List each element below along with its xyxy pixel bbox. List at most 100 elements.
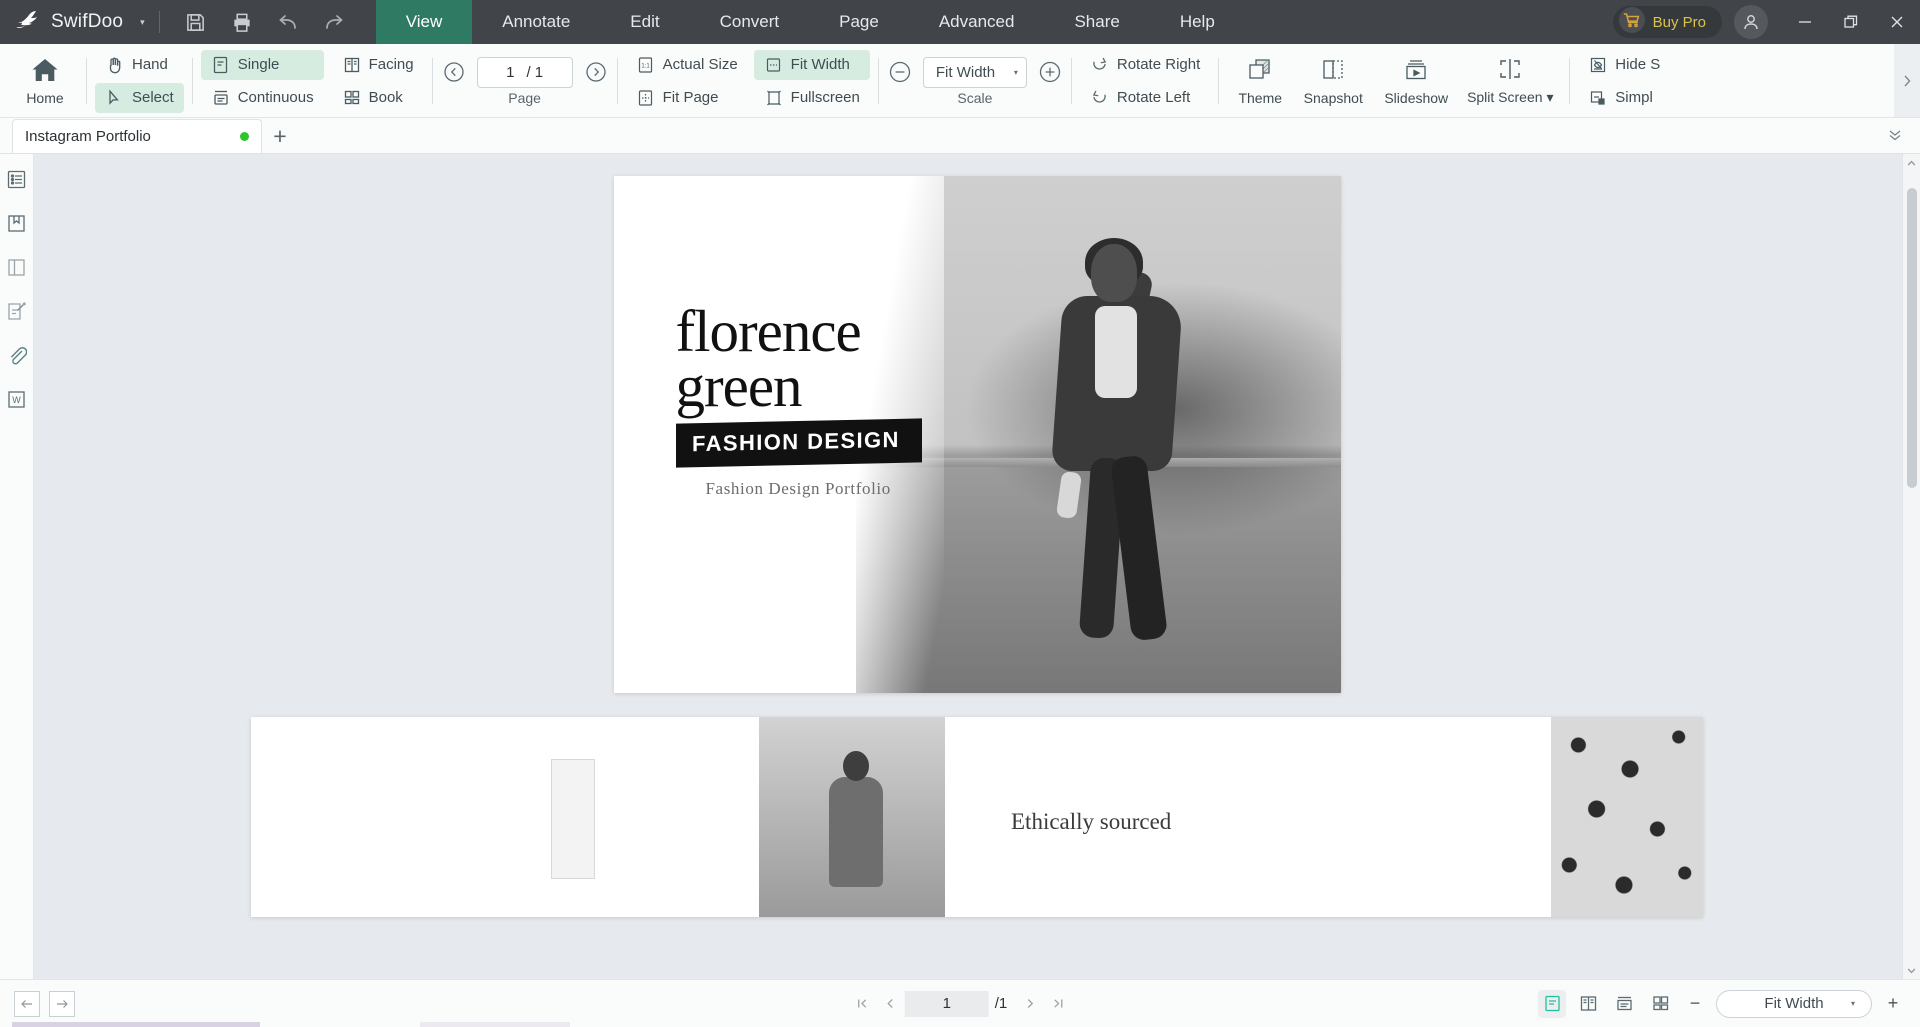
vertical-scrollbar[interactable] bbox=[1902, 154, 1920, 979]
redo-icon[interactable] bbox=[312, 0, 356, 44]
history-back-button[interactable] bbox=[14, 990, 40, 1017]
hide-scroll-label: Hide S bbox=[1615, 56, 1661, 73]
print-icon[interactable] bbox=[220, 0, 264, 44]
zoom-in-button[interactable] bbox=[1037, 59, 1063, 85]
simplify-label: Simpl bbox=[1615, 89, 1653, 106]
single-layout-button[interactable]: Single bbox=[200, 49, 324, 80]
menu-help[interactable]: Help bbox=[1150, 0, 1245, 44]
scale-dropdown[interactable]: Fit Width ▾ bbox=[922, 56, 1027, 88]
status-bar: 1 /1 − Fit Width ▾ + bbox=[0, 979, 1920, 1027]
next-page-button[interactable] bbox=[1017, 991, 1043, 1017]
horizontal-scroll-thumb[interactable] bbox=[12, 1022, 260, 1027]
last-page-button[interactable] bbox=[1045, 991, 1071, 1017]
facing-view-mode-button[interactable] bbox=[1574, 990, 1602, 1018]
prev-page-button[interactable] bbox=[877, 991, 903, 1017]
simplify-button[interactable]: Simpl bbox=[1578, 83, 1670, 113]
status-zoom-out-button[interactable]: − bbox=[1682, 991, 1708, 1017]
sidebar-item-bookmark-panel[interactable] bbox=[4, 210, 30, 236]
page-number-input[interactable]: 1 / 1 bbox=[476, 56, 573, 88]
scroll-up-icon[interactable] bbox=[1903, 154, 1920, 172]
continuous-layout-button[interactable]: Continuous bbox=[201, 83, 324, 113]
menu-edit[interactable]: Edit bbox=[600, 0, 689, 44]
continuous-view-mode-button[interactable] bbox=[1610, 990, 1638, 1018]
menu-convert[interactable]: Convert bbox=[690, 0, 810, 44]
grid-view-mode-button[interactable] bbox=[1646, 990, 1674, 1018]
fullscreen-button[interactable]: Fullscreen bbox=[754, 83, 870, 113]
swifdoo-logo-icon bbox=[16, 10, 42, 35]
undo-icon[interactable] bbox=[266, 0, 310, 44]
rotate-right-button[interactable]: Rotate Right bbox=[1080, 50, 1210, 80]
fit-page-button[interactable]: Fit Page bbox=[626, 83, 748, 113]
hide-scroll-button[interactable]: Hide S bbox=[1578, 50, 1670, 80]
fit-column-1: 1:1 Actual Size Fit Page bbox=[626, 44, 748, 118]
chevron-down-icon[interactable]: ▾ bbox=[1546, 89, 1553, 105]
menu-share[interactable]: Share bbox=[1044, 0, 1149, 44]
sidebar-item-word-export-panel[interactable]: W bbox=[4, 386, 30, 412]
rotate-right-icon bbox=[1090, 55, 1110, 75]
menu-advanced[interactable]: Advanced bbox=[909, 0, 1045, 44]
pdf-page-2[interactable]: Ethically sourced bbox=[251, 717, 1703, 917]
actual-size-button[interactable]: 1:1 Actual Size bbox=[626, 50, 748, 80]
page1-band-text: FASHION DESIGN bbox=[675, 418, 922, 468]
home-icon bbox=[31, 57, 59, 86]
tab-instagram-portfolio[interactable]: Instagram Portfolio bbox=[12, 119, 262, 153]
app-brand[interactable]: SwifDoo ▾ bbox=[16, 10, 145, 35]
split-screen-button[interactable]: Split Screen ▾ bbox=[1459, 48, 1561, 114]
ribbon-group-layout: Single Continuous Facing Book bbox=[200, 44, 424, 118]
page1-title-line2: green bbox=[675, 353, 803, 420]
user-account-icon[interactable] bbox=[1734, 5, 1768, 39]
page-stack: florence green FASHION DESIGN Fashion De… bbox=[34, 154, 1920, 979]
status-zoom-in-button[interactable]: + bbox=[1880, 991, 1906, 1017]
scrollbar-track[interactable] bbox=[1903, 172, 1920, 961]
close-button[interactable] bbox=[1874, 0, 1920, 44]
buy-pro-button[interactable]: Buy Pro bbox=[1612, 6, 1722, 38]
zoom-out-button[interactable] bbox=[887, 59, 913, 85]
page2-model-figure bbox=[819, 751, 893, 917]
facing-layout-button[interactable]: Facing bbox=[332, 50, 424, 80]
horizontal-scrollbar[interactable] bbox=[0, 1022, 1920, 1027]
fit-width-button[interactable]: Fit Width bbox=[753, 49, 870, 80]
hand-tool-button[interactable]: Hand bbox=[95, 50, 184, 80]
next-page-button[interactable] bbox=[583, 59, 609, 85]
facing-layout-label: Facing bbox=[368, 56, 414, 73]
page2-leopard-print bbox=[1551, 717, 1703, 917]
scrollbar-thumb[interactable] bbox=[1906, 188, 1917, 488]
book-layout-button[interactable]: Book bbox=[332, 83, 424, 113]
rotate-left-button[interactable]: Rotate Left bbox=[1080, 83, 1210, 113]
prev-page-button[interactable] bbox=[441, 59, 467, 85]
horizontal-scroll-thumb-secondary[interactable] bbox=[420, 1022, 570, 1027]
divider bbox=[191, 57, 193, 104]
sidebar-item-outline-panel[interactable] bbox=[4, 166, 30, 192]
minimize-button[interactable] bbox=[1782, 0, 1828, 44]
ribbon-group-tools: Hand Select bbox=[95, 44, 184, 118]
slideshow-button[interactable]: Slideshow bbox=[1373, 48, 1459, 114]
scale-row: Fit Width ▾ bbox=[887, 56, 1063, 88]
status-page-input[interactable]: 1 bbox=[904, 990, 989, 1017]
theme-button[interactable]: Theme bbox=[1227, 48, 1293, 114]
scroll-down-icon[interactable] bbox=[1903, 961, 1920, 979]
single-view-mode-button[interactable] bbox=[1538, 989, 1566, 1018]
menu-view[interactable]: View bbox=[375, 0, 473, 44]
snapshot-button[interactable]: Snapshot bbox=[1293, 48, 1373, 114]
chevron-down-icon[interactable]: ▾ bbox=[140, 17, 145, 28]
new-tab-button[interactable]: + bbox=[262, 119, 298, 153]
select-tool-button[interactable]: Select bbox=[95, 82, 184, 113]
pdf-page-1[interactable]: florence green FASHION DESIGN Fashion De… bbox=[613, 176, 1341, 693]
restore-button[interactable] bbox=[1828, 0, 1874, 44]
menu-annotate[interactable]: Annotate bbox=[472, 0, 600, 44]
split-screen-icon bbox=[1497, 56, 1523, 85]
theme-icon bbox=[1247, 57, 1273, 86]
sidebar-item-attachment-panel[interactable] bbox=[4, 342, 30, 368]
menu-page[interactable]: Page bbox=[809, 0, 909, 44]
home-button[interactable]: Home bbox=[12, 48, 78, 114]
first-page-button[interactable] bbox=[849, 991, 875, 1017]
chevron-double-down-icon[interactable] bbox=[1880, 121, 1910, 149]
rotate-column: Rotate Right Rotate Left bbox=[1080, 44, 1210, 118]
save-icon[interactable] bbox=[174, 0, 218, 44]
ribbon-expand-button[interactable] bbox=[1894, 44, 1920, 117]
sidebar-item-thumbnail-panel[interactable] bbox=[4, 254, 30, 280]
document-viewer[interactable]: florence green FASHION DESIGN Fashion De… bbox=[34, 154, 1920, 979]
history-forward-button[interactable] bbox=[49, 990, 75, 1017]
sidebar-item-annotation-panel[interactable] bbox=[4, 298, 30, 324]
status-zoom-dropdown[interactable]: Fit Width ▾ bbox=[1716, 989, 1872, 1018]
